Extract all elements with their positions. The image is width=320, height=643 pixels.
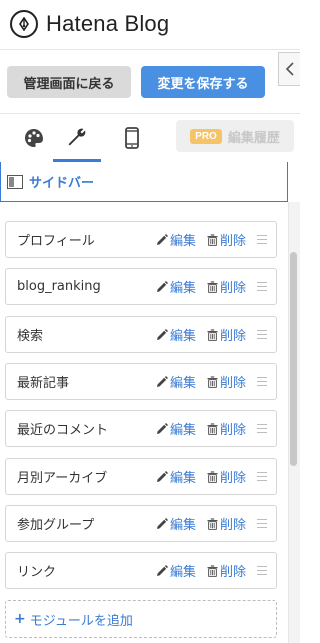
pencil-icon — [157, 375, 168, 387]
module-edit-link[interactable]: 編集 — [156, 372, 196, 391]
edit-label: 編集 — [170, 234, 197, 249]
delete-label: 削除 — [220, 329, 247, 344]
module-delete-link[interactable]: 削除 — [207, 230, 246, 249]
plus-icon: + — [14, 611, 26, 627]
delete-label: 削除 — [220, 423, 247, 438]
delete-label: 削除 — [220, 234, 247, 249]
module-edit-link[interactable]: 編集 — [156, 230, 196, 249]
back-to-admin-button[interactable]: 管理画面に戻る — [7, 66, 131, 98]
delete-label: 削除 — [220, 565, 247, 580]
module-item[interactable]: 最新記事 編集 削除 — [5, 363, 277, 400]
module-label: 最近のコメント — [17, 423, 109, 438]
module-item[interactable]: 検索 編集 削除 — [5, 316, 277, 353]
pencil-icon — [157, 233, 168, 245]
module-delete-link[interactable]: 削除 — [207, 325, 246, 344]
module-item[interactable]: リンク 編集 削除 — [5, 552, 277, 589]
tab-design[interactable] — [10, 114, 58, 162]
module-delete-link[interactable]: 削除 — [207, 419, 246, 438]
edit-history-label: 編集履歴 — [227, 130, 280, 146]
save-changes-button[interactable]: 変更を保存する — [141, 66, 265, 98]
drag-handle-icon[interactable] — [257, 330, 267, 339]
drag-handle-icon[interactable] — [257, 235, 267, 244]
trash-icon — [207, 280, 218, 293]
sidebar-section-header[interactable]: サイドバー — [0, 162, 288, 202]
wrench-icon — [68, 128, 86, 145]
module-item[interactable]: 最近のコメント 編集 削除 — [5, 410, 277, 447]
delete-label: 削除 — [220, 471, 247, 486]
palette-icon — [25, 129, 43, 147]
module-label: 最新記事 — [17, 376, 70, 391]
add-module-label: モジュールを追加 — [29, 613, 133, 629]
module-delete-link[interactable]: 削除 — [207, 467, 246, 486]
module-delete-link[interactable]: 削除 — [207, 561, 246, 580]
module-edit-link[interactable]: 編集 — [156, 561, 196, 580]
header-bar: Hatena Blog — [0, 0, 300, 50]
app-title: Hatena Blog — [46, 11, 170, 36]
module-edit-link[interactable]: 編集 — [156, 419, 196, 438]
module-edit-link[interactable]: 編集 — [156, 277, 196, 296]
trash-icon — [207, 517, 218, 530]
edit-label: 編集 — [170, 423, 197, 438]
trash-icon — [207, 470, 218, 483]
tab-customize[interactable] — [53, 114, 101, 162]
module-label: 参加グループ — [17, 518, 95, 533]
module-delete-link[interactable]: 削除 — [207, 277, 246, 296]
trash-icon — [207, 422, 218, 435]
delete-label: 削除 — [220, 518, 247, 533]
module-edit-link[interactable]: 編集 — [156, 514, 196, 533]
pencil-icon — [157, 564, 168, 576]
edit-label: 編集 — [170, 471, 197, 486]
module-edit-link[interactable]: 編集 — [156, 467, 196, 486]
section-title: サイドバー — [29, 176, 95, 191]
pencil-icon — [157, 280, 168, 292]
drag-handle-icon[interactable] — [257, 282, 267, 291]
add-module-button[interactable]: + モジュールを追加 — [5, 600, 277, 638]
delete-label: 削除 — [220, 376, 247, 391]
collapse-panel-button[interactable] — [278, 52, 300, 86]
trash-icon — [207, 375, 218, 388]
trash-icon — [207, 564, 218, 577]
pen-nib-icon — [10, 10, 38, 38]
module-label: 月別アーカイブ — [17, 471, 108, 486]
module-label: リンク — [17, 565, 57, 580]
smartphone-icon — [125, 127, 139, 149]
drag-handle-icon[interactable] — [257, 472, 267, 481]
module-delete-link[interactable]: 削除 — [207, 514, 246, 533]
edit-label: 編集 — [170, 565, 197, 580]
edit-label: 編集 — [170, 281, 197, 296]
sidebar-layout-icon — [7, 174, 23, 189]
delete-label: 削除 — [220, 281, 247, 296]
chevron-left-icon — [285, 62, 294, 76]
module-edit-link[interactable]: 編集 — [156, 325, 196, 344]
module-label: プロフィール — [17, 234, 95, 249]
drag-handle-icon[interactable] — [257, 566, 267, 575]
editor-tabs: PRO 編集履歴 — [0, 114, 300, 162]
pencil-icon — [157, 517, 168, 529]
trash-icon — [207, 233, 218, 246]
module-item[interactable]: 月別アーカイブ 編集 削除 — [5, 458, 277, 495]
module-label: blog_ranking — [17, 279, 101, 294]
action-bar: 管理画面に戻る 変更を保存する — [0, 50, 300, 114]
module-item[interactable]: blog_ranking 編集 削除 — [5, 268, 277, 305]
module-delete-link[interactable]: 削除 — [207, 372, 246, 391]
pencil-icon — [157, 470, 168, 482]
module-item[interactable]: 参加グループ 編集 削除 — [5, 505, 277, 542]
module-label: 検索 — [17, 329, 44, 344]
drag-handle-icon[interactable] — [257, 424, 267, 433]
edit-label: 編集 — [170, 376, 197, 391]
pro-badge: PRO — [190, 128, 222, 144]
hatena-blog-logo[interactable]: Hatena Blog — [10, 10, 169, 38]
pencil-icon — [157, 422, 168, 434]
trash-icon — [207, 328, 218, 341]
edit-label: 編集 — [170, 329, 197, 344]
module-item[interactable]: プロフィール 編集 削除 — [5, 221, 277, 258]
tab-smartphone[interactable] — [108, 114, 156, 162]
scrollbar-thumb[interactable] — [290, 252, 297, 466]
pencil-icon — [157, 328, 168, 340]
drag-handle-icon[interactable] — [257, 377, 267, 386]
edit-label: 編集 — [170, 518, 197, 533]
drag-handle-icon[interactable] — [257, 519, 267, 528]
edit-history-button[interactable]: PRO 編集履歴 — [176, 120, 294, 152]
